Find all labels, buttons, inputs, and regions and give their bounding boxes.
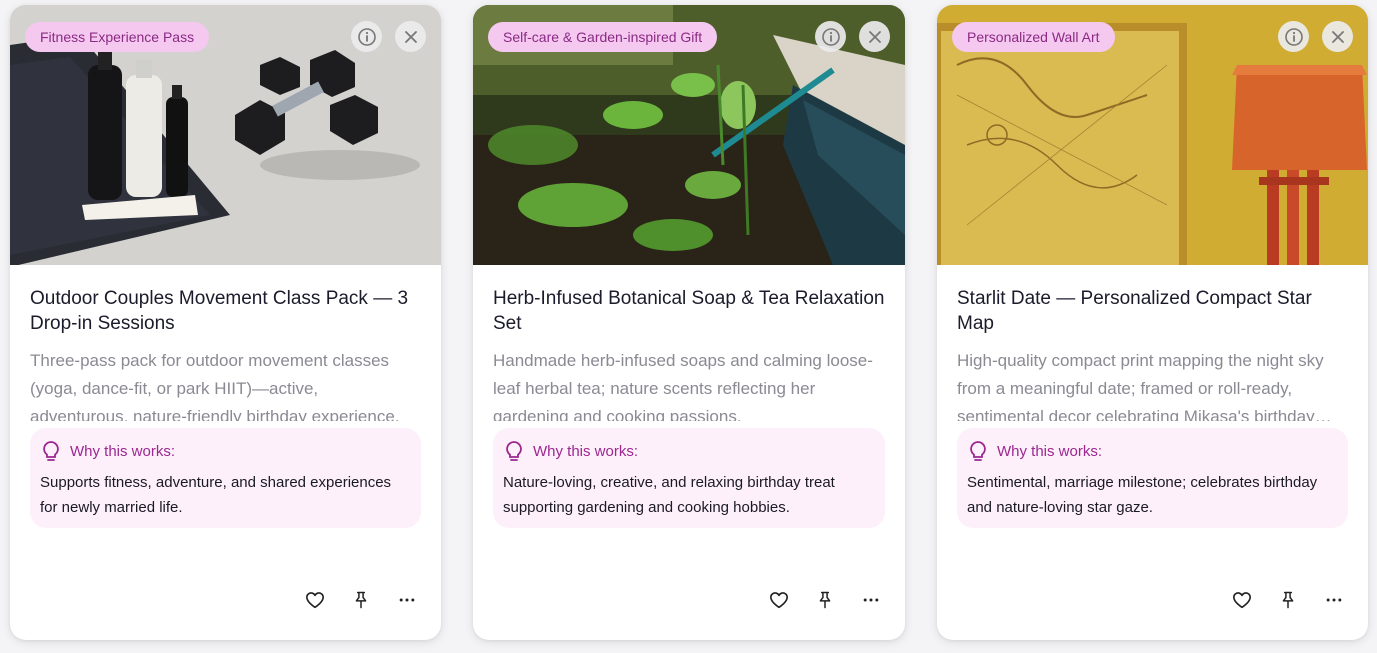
info-button[interactable] <box>1278 21 1309 52</box>
why-label: Why this works: <box>533 442 639 460</box>
card-description: Three-pass pack for outdoor movement cla… <box>30 351 400 421</box>
card-title[interactable]: Starlit Date — Personalized Compact Star… <box>957 286 1348 336</box>
close-icon <box>1331 30 1344 43</box>
more-button[interactable] <box>859 588 883 612</box>
dismiss-button[interactable] <box>859 21 890 52</box>
more-button[interactable] <box>395 588 419 612</box>
card-title[interactable]: Outdoor Couples Movement Class Pack — 3 … <box>30 286 421 336</box>
lightbulb-icon <box>43 441 59 461</box>
why-text: Sentimental, marriage milestone; celebra… <box>967 474 1318 516</box>
gift-card-grid: Fitness Experience Pass Outdoor Couples … <box>0 0 1377 653</box>
info-icon <box>821 27 840 46</box>
pin-icon <box>1282 591 1294 609</box>
card-image: Fitness Experience Pass <box>10 5 441 265</box>
why-this-works-panel: Why this works: Sentimental, marriage mi… <box>957 428 1348 528</box>
dismiss-button[interactable] <box>1322 21 1353 52</box>
info-icon <box>1284 27 1303 46</box>
like-button[interactable] <box>303 588 327 612</box>
why-label: Why this works: <box>70 442 176 460</box>
card-title[interactable]: Herb-Infused Botanical Soap & Tea Relaxa… <box>493 286 885 336</box>
more-button[interactable] <box>1322 588 1346 612</box>
card-image: Self-care & Garden-inspired Gift <box>473 5 905 265</box>
lightbulb-icon <box>970 441 986 461</box>
like-button[interactable] <box>1230 588 1254 612</box>
card-description: Handmade herb-infused soaps and calming … <box>493 351 873 421</box>
category-tag: Personalized Wall Art <box>952 22 1115 52</box>
info-button[interactable] <box>351 21 382 52</box>
heart-icon <box>769 592 789 609</box>
gift-card[interactable]: Fitness Experience Pass Outdoor Couples … <box>10 5 441 640</box>
pin-button[interactable] <box>1276 588 1300 612</box>
info-button[interactable] <box>815 21 846 52</box>
like-button[interactable] <box>767 588 791 612</box>
pin-icon <box>819 591 831 609</box>
pin-icon <box>355 591 367 609</box>
pin-button[interactable] <box>813 588 837 612</box>
lightbulb-icon <box>506 441 522 461</box>
gift-card[interactable]: Self-care & Garden-inspired Gift Herb-In… <box>473 5 905 640</box>
card-actions <box>767 588 883 612</box>
close-icon <box>868 30 881 43</box>
more-icon <box>863 598 879 602</box>
more-icon <box>399 598 415 602</box>
why-text: Nature-loving, creative, and relaxing bi… <box>503 474 835 516</box>
why-this-works-panel: Why this works: Supports fitness, advent… <box>30 428 421 528</box>
dismiss-button[interactable] <box>395 21 426 52</box>
pin-button[interactable] <box>349 588 373 612</box>
more-icon <box>1326 598 1342 602</box>
heart-icon <box>305 592 325 609</box>
card-actions <box>303 588 419 612</box>
why-text: Supports fitness, adventure, and shared … <box>40 474 392 516</box>
why-label: Why this works: <box>997 442 1103 460</box>
card-actions <box>1230 588 1346 612</box>
why-this-works-panel: Why this works: Nature-loving, creative,… <box>493 428 885 528</box>
heart-icon <box>1232 592 1252 609</box>
category-tag: Fitness Experience Pass <box>25 22 210 52</box>
gift-card[interactable]: Personalized Wall Art Starlit Date — Per… <box>937 5 1368 640</box>
card-image: Personalized Wall Art <box>937 5 1368 265</box>
info-icon <box>357 27 376 46</box>
close-icon <box>404 30 417 43</box>
card-description: High-quality compact print mapping the n… <box>957 351 1332 421</box>
category-tag: Self-care & Garden-inspired Gift <box>488 22 718 52</box>
